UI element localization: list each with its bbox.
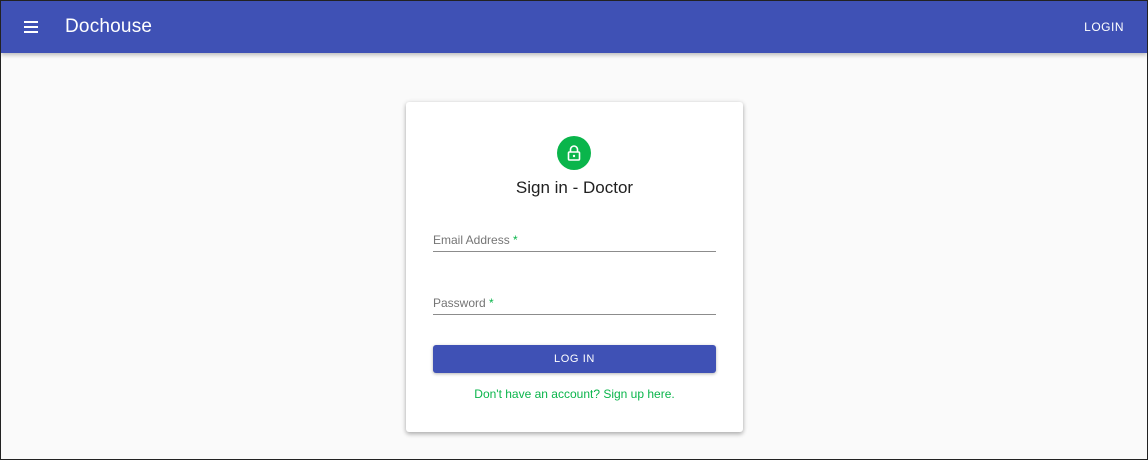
password-field[interactable]: Password *: [433, 291, 716, 315]
lock-avatar: [557, 136, 591, 170]
email-input[interactable]: [433, 228, 716, 251]
email-field[interactable]: Email Address *: [433, 228, 716, 252]
menu-icon: [24, 21, 38, 33]
app-title: Dochouse: [65, 16, 153, 37]
log-in-button[interactable]: LOG IN: [433, 345, 716, 373]
app-bar: Dochouse LOGIN: [1, 1, 1147, 53]
menu-button[interactable]: [7, 3, 55, 51]
page-title: Sign in - Doctor: [515, 178, 634, 197]
page: Dochouse LOGIN Sign in - Doctor Email Ad…: [0, 0, 1148, 460]
sign-in-card: Sign in - Doctor Email Address * Passwor…: [406, 102, 743, 432]
lock-icon: [567, 145, 581, 161]
password-input[interactable]: [433, 291, 716, 314]
sign-up-link[interactable]: Don't have an account? Sign up here.: [406, 387, 743, 401]
login-nav-button[interactable]: LOGIN: [1076, 14, 1132, 40]
